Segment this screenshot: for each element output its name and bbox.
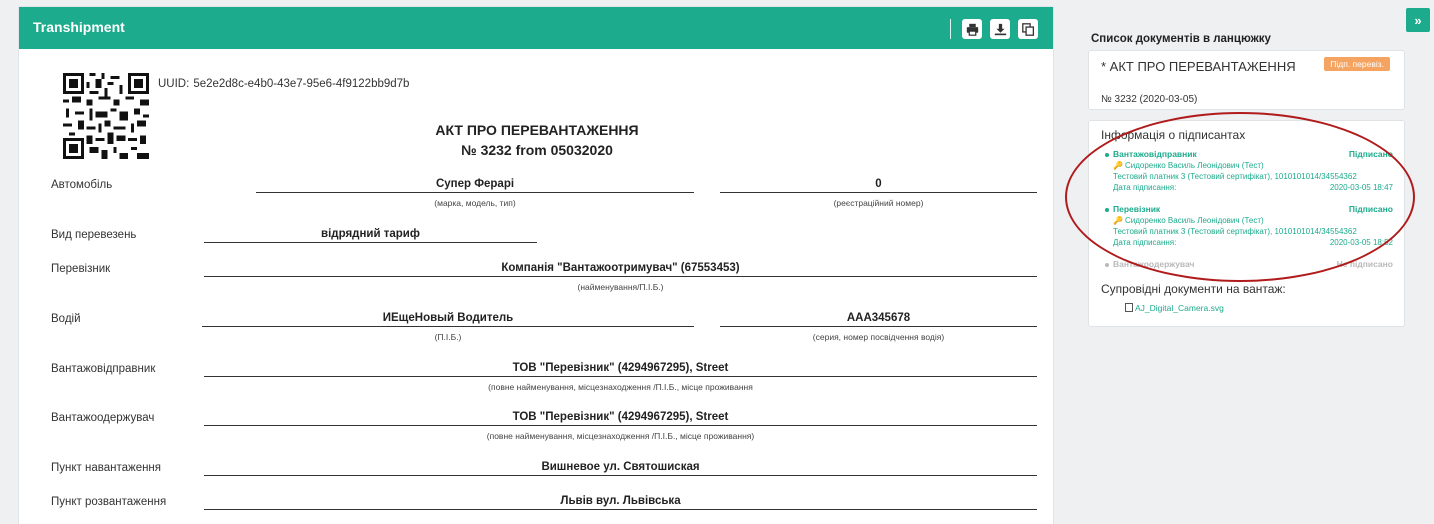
loading-point-value: Вишневое ул. Святошиская — [204, 461, 1037, 476]
carrier-value: Компанія "Вантажоотримувач" (67553453) — [204, 262, 1037, 277]
consignee-value: ТОВ "Перевізник" (4294967295), Street — [204, 411, 1037, 426]
panel-header: Transhipment — [19, 7, 1053, 49]
key-icon: 🔑 — [1113, 161, 1123, 170]
consignee-hint: (повне найменування, місцезнаходження /П… — [486, 431, 755, 441]
document-panel: Transhipment UUID: 5e2e2d8c-e4b0-43e7-95e… — [18, 6, 1054, 524]
signer-name: Сидоренко Василь Леонідович (Тест) — [1124, 216, 1264, 225]
document-subtitle: № 3232 from 05032020 — [461, 142, 613, 158]
shipper-value: ТОВ "Перевізник" (4294967295), Street — [204, 362, 1037, 377]
carrier-label: Перевізник — [51, 263, 111, 275]
bullet-icon — [1105, 153, 1109, 157]
key-icon: 🔑 — [1113, 216, 1123, 225]
shipper-label: Вантажовідправник — [51, 363, 156, 375]
car-label: Автомобіль — [51, 179, 113, 191]
signer-role: Перевізник — [1113, 204, 1161, 214]
shipper-hint: (повне найменування, місцезнаходження /П… — [488, 382, 753, 392]
uuid-label: UUID: — [158, 78, 190, 90]
signer-status: Не підписано — [1336, 259, 1393, 269]
transport-type-label: Вид перевезень — [51, 229, 137, 241]
sign-date-label: Дата підписання: — [1113, 183, 1177, 192]
unloading-point-label: Пункт розвантаження — [51, 496, 167, 508]
driver-hint: (П.І.Б.) — [434, 332, 462, 342]
signers-title: Інформація о підписантах — [1101, 128, 1246, 142]
unloading-point-value: Львів вул. Львівська — [204, 495, 1037, 510]
sign-date-label: Дата підписання: — [1113, 238, 1177, 247]
double-chevron-right-icon: » — [1414, 12, 1422, 28]
license-hint: (серия, номер посвідчення водія) — [812, 332, 945, 342]
signer-entry: Вантажовідправник Підписано 🔑 Сидоренко Ва… — [1105, 149, 1393, 193]
uuid-value: 5e2e2d8c-e4b0-43e7-95e6-4f9122bb9d7b — [193, 78, 410, 90]
signer-status: Підписано — [1348, 149, 1393, 159]
car-value: Супер Ферарі — [256, 178, 694, 193]
signer-role: Вантажоодержувач — [1113, 259, 1195, 269]
car-hint: (марка, модель, тип) — [434, 198, 516, 208]
print-button[interactable] — [962, 19, 982, 39]
collapse-sidebar-button[interactable]: » — [1406, 8, 1430, 32]
sign-date-value: 2020-03-05 18:47 — [1329, 183, 1393, 192]
bullet-icon — [1105, 208, 1109, 212]
sign-date-value: 2020-03-05 18:52 — [1329, 238, 1393, 247]
attachments-title: Супровідні документи на вантаж: — [1101, 282, 1286, 296]
driver-label: Водій — [51, 313, 81, 325]
license-value: ААА345678 — [720, 312, 1037, 327]
consignee-label: Вантажоодержувач — [51, 412, 155, 424]
chain-document-card[interactable]: * АКТ ПРО ПЕРЕВАНТАЖЕННЯ Підп. перевіз. … — [1088, 50, 1405, 110]
file-icon — [1125, 303, 1133, 312]
reg-number-hint: (реєстраційний номер) — [833, 198, 924, 208]
uuid-text: UUID: 5e2e2d8c-e4b0-43e7-95e6-4f9122bb9d7… — [158, 78, 409, 90]
attachment-link[interactable]: AJ_Digital_Camera.svg — [1125, 303, 1224, 313]
copy-button[interactable] — [1018, 19, 1038, 39]
chain-document-title: * АКТ ПРО ПЕРЕВАНТАЖЕННЯ — [1101, 59, 1296, 74]
copy-icon — [1021, 22, 1034, 36]
carrier-hint: (найменування/П.І.Б.) — [577, 282, 664, 292]
download-icon — [994, 23, 1006, 35]
print-icon — [966, 23, 978, 36]
signer-name: Сидоренко Василь Леонідович (Тест) — [1124, 161, 1264, 170]
header-divider — [950, 19, 951, 39]
status-badge: Підп. перевіз. — [1324, 57, 1390, 71]
signer-entry: Перевізник Підписано 🔑 Сидоренко Василь Ле… — [1105, 204, 1393, 248]
attachment-filename: AJ_Digital_Camera.svg — [1135, 303, 1224, 313]
download-button[interactable] — [990, 19, 1010, 39]
signer-entry: Вантажоодержувач Не підписано — [1105, 259, 1393, 270]
document-title: АКТ ПРО ПЕРЕВАНТАЖЕННЯ — [435, 122, 639, 138]
transport-type-value: відрядний тариф — [204, 228, 537, 243]
driver-value: ИЕщеНовый Водитель — [202, 312, 694, 327]
signer-certificate: Тестовий платник 3 (Тестовий сертифікат)… — [1113, 172, 1357, 181]
signer-certificate: Тестовий платник 3 (Тестовий сертифікат)… — [1113, 227, 1357, 236]
bullet-icon — [1105, 263, 1109, 267]
panel-title: Transhipment — [33, 19, 125, 35]
signer-status: Підписано — [1348, 204, 1393, 214]
signer-role: Вантажовідправник — [1113, 149, 1197, 159]
reg-number-value: 0 — [720, 178, 1037, 193]
signers-card: Інформація о підписантах Вантажовідправн… — [1088, 120, 1405, 327]
chain-title: Список документів в ланцюжку — [1091, 33, 1271, 45]
chain-document-number: № 3232 (2020-03-05) — [1101, 94, 1198, 105]
loading-point-label: Пункт навантаження — [51, 462, 162, 474]
